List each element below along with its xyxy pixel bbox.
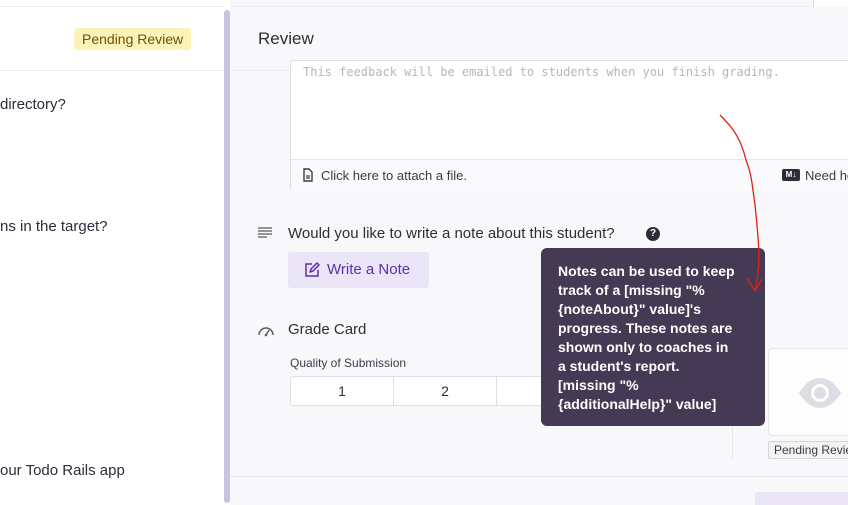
top-tab-edge	[813, 0, 848, 7]
footer-divider	[230, 476, 848, 477]
tooltip-line: {additionalHelp}" value]	[558, 396, 717, 412]
grade-card-title: Grade Card	[288, 321, 367, 338]
tooltip-line: [missing "%	[558, 377, 639, 393]
column-divider	[732, 424, 733, 458]
help-icon[interactable]: ?	[646, 227, 660, 241]
question-item[interactable]: our Todo Rails app	[0, 462, 125, 479]
left-header: Pending Review	[0, 7, 224, 71]
submissions-list-pane: Pending Review directory? ns in the targ…	[0, 0, 224, 505]
feedback-placeholder: This feedback will be emailed to student…	[303, 65, 780, 79]
write-note-button[interactable]: Write a Note	[288, 252, 429, 288]
grade-selector: 1 2	[290, 376, 560, 406]
attach-file-link[interactable]: Click here to attach a file.	[321, 168, 467, 183]
write-note-label: Write a Note	[327, 261, 411, 278]
tooltip-line: shown only to coaches in	[558, 339, 729, 355]
submit-button[interactable]	[755, 492, 848, 505]
markdown-help-link[interactable]: Need help	[805, 168, 848, 183]
markdown-icon: M↓	[782, 169, 800, 181]
note-question: Would you like to write a note about thi…	[288, 225, 615, 242]
tooltip-line: a student's report.	[558, 358, 680, 374]
gauge-icon	[257, 322, 275, 343]
quality-label: Quality of Submission	[290, 356, 407, 370]
eye-icon	[797, 377, 843, 414]
question-item[interactable]: ns in the target?	[0, 218, 108, 235]
grade-button-2[interactable]: 2	[394, 377, 497, 405]
preview-status-badge: Pending Review	[768, 441, 848, 459]
note-lines-icon	[257, 226, 273, 244]
page-title: Review	[258, 29, 314, 48]
preview-card[interactable]	[768, 348, 848, 436]
question-item[interactable]: directory?	[0, 96, 66, 113]
edit-icon	[304, 262, 320, 283]
grade-button-1[interactable]: 1	[291, 377, 394, 405]
annotation-arrow	[719, 114, 763, 293]
attachment-icon	[302, 168, 314, 187]
tooltip-line: progress. These notes are	[558, 320, 733, 336]
status-badge: Pending Review	[74, 28, 192, 50]
